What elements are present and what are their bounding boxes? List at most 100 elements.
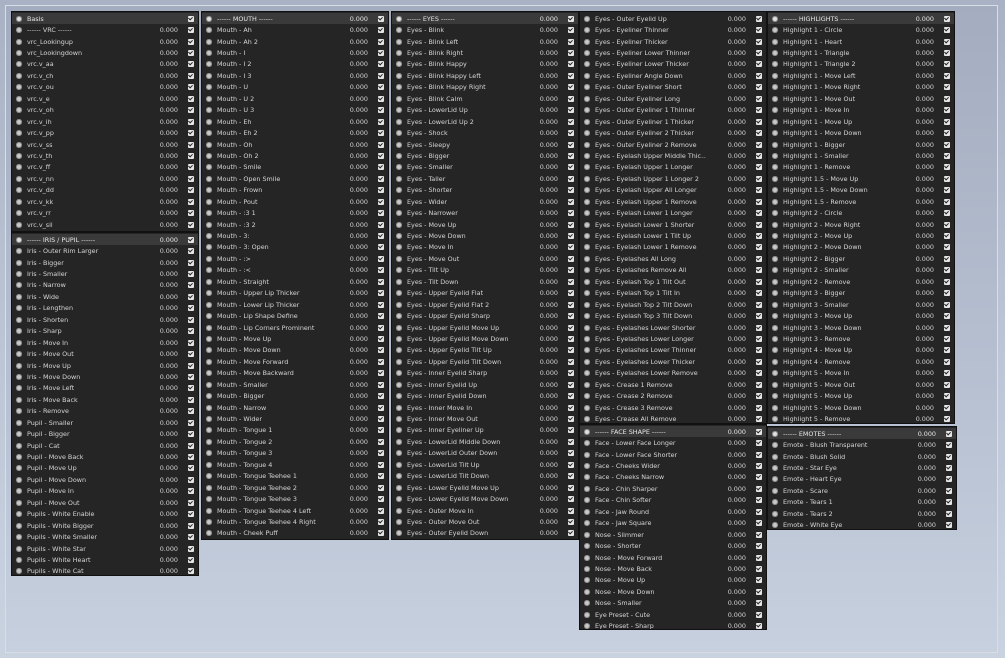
mute-checkbox[interactable] (756, 244, 762, 251)
mute-checkbox[interactable] (944, 27, 950, 34)
shape-key-label[interactable]: Eyes - LowerLid Outer Down (407, 449, 518, 457)
shape-key-row-eyes-outer-move-out[interactable]: Eyes - Outer Move Out 0.000 (392, 516, 578, 527)
shape-key-value-field[interactable]: 0.000 (894, 243, 934, 251)
mute-checkbox[interactable] (568, 507, 574, 514)
shape-key-label[interactable]: Mouth - :> (217, 255, 328, 263)
shape-key-row-mouth-pout[interactable]: Mouth - Pout 0.000 (202, 196, 388, 207)
shape-key-row-eyes-lowerlid-outer-down[interactable]: Eyes - LowerLid Outer Down 0.000 (392, 448, 578, 459)
mute-checkbox[interactable] (568, 278, 574, 285)
shape-key-value-field[interactable]: 0.000 (896, 453, 936, 461)
mute-checkbox[interactable] (568, 324, 574, 331)
mute-checkbox[interactable] (568, 381, 574, 388)
shape-key-label[interactable]: Eyes - Outer Move Out (407, 518, 518, 526)
shape-key-label[interactable]: Eyes - Eyeliner Thinner (595, 26, 706, 34)
shape-key-value-field[interactable]: 0.000 (328, 301, 368, 309)
shape-key-label[interactable]: Highlight 1.5 - Move Down (783, 186, 894, 194)
shape-key-row-vrc-v-ss[interactable]: vrc.v_ss 0.000 (12, 139, 198, 150)
shape-key-row-vrc-v-pp[interactable]: vrc.v_pp 0.000 (12, 127, 198, 138)
shape-key-value-field[interactable]: 0.000 (894, 15, 934, 23)
shape-key-row-mouth-frown[interactable]: Mouth - Frown 0.000 (202, 185, 388, 196)
mute-checkbox[interactable] (568, 404, 574, 411)
shape-key-label[interactable]: vrc.v_kk (27, 198, 138, 206)
shape-key-value-field[interactable]: 0.000 (894, 95, 934, 103)
mute-checkbox[interactable] (756, 565, 762, 572)
shape-key-row-mouth-oh[interactable]: Mouth - Oh 0.000 (202, 139, 388, 150)
shape-key-value-field[interactable]: 0.000 (706, 15, 746, 23)
shape-key-value-field[interactable]: 0.000 (138, 567, 178, 575)
shape-key-value-field[interactable]: 0.000 (706, 175, 746, 183)
shape-key-label[interactable]: Eyes - Upper Eyelid Flat 2 (407, 301, 518, 309)
shape-key-value-field[interactable]: 0.000 (518, 301, 558, 309)
mute-checkbox[interactable] (188, 221, 194, 228)
shape-key-label[interactable]: Mouth - 3: (217, 232, 328, 240)
shape-key-row-highlight-1-circle[interactable]: Highlight 1 - Circle 0.000 (768, 24, 954, 35)
shape-key-label[interactable]: Pupils - White Enable (27, 510, 138, 518)
shape-key-row-highlight-5-move-in[interactable]: Highlight 5 - Move In 0.000 (768, 368, 954, 379)
shape-key-value-field[interactable]: 0.000 (138, 49, 178, 57)
mute-checkbox[interactable] (378, 404, 384, 411)
shape-key-value-field[interactable]: 0.000 (706, 26, 746, 34)
mute-checkbox[interactable] (378, 427, 384, 434)
shape-key-row-mouth-cheek-puff[interactable]: Mouth - Cheek Puff 0.000 (202, 528, 388, 539)
mute-checkbox[interactable] (568, 267, 574, 274)
shape-key-value-field[interactable]: 0.000 (896, 430, 936, 438)
shape-key-value-field[interactable]: 0.000 (328, 198, 368, 206)
shape-key-row-eyes-upper-eyelid-flat[interactable]: Eyes - Upper Eyelid Flat 0.000 (392, 288, 578, 299)
shape-key-value-field[interactable]: 0.000 (328, 507, 368, 515)
shape-key-label[interactable]: Eyes - Crease 3 Remove (595, 404, 706, 412)
shape-key-label[interactable]: Face - Cheeks Narrow (595, 473, 706, 481)
shape-key-label[interactable]: Eyes - Eyelash Upper 1 Longer (595, 163, 706, 171)
shape-key-label[interactable]: Mouth - U 2 (217, 95, 328, 103)
shape-key-value-field[interactable]: 0.000 (138, 442, 178, 450)
shape-key-label[interactable]: Highlight 1 - Triangle (783, 49, 894, 57)
shape-key-row-eyes-eyelashes-lower-thicker[interactable]: Eyes - Eyelashes Lower Thicker 0.000 (580, 356, 766, 367)
shape-key-value-field[interactable]: 0.000 (894, 232, 934, 240)
shape-key-label[interactable]: Eyes - Eyelashes Lower Thinner (595, 346, 706, 354)
shape-key-value-field[interactable]: 0.000 (518, 232, 558, 240)
mute-checkbox[interactable] (568, 244, 574, 251)
mute-checkbox[interactable] (378, 244, 384, 251)
shape-key-value-field[interactable]: 0.000 (896, 464, 936, 472)
shape-key-label[interactable]: Highlight 1 - Bigger (783, 141, 894, 149)
shape-key-value-field[interactable]: 0.000 (328, 438, 368, 446)
mute-checkbox[interactable] (568, 118, 574, 125)
shape-key-label[interactable]: Eyes - Eyelashes Lower Thicker (595, 358, 706, 366)
shape-key-row-highlight-1-move-in[interactable]: Highlight 1 - Move In 0.000 (768, 105, 954, 116)
shape-key-value-field[interactable]: 0.000 (518, 346, 558, 354)
shape-key-value-field[interactable]: 0.000 (328, 38, 368, 46)
shape-key-row-eyes-eyelashes-lower-remove[interactable]: Eyes - Eyelashes Lower Remove 0.000 (580, 368, 766, 379)
shape-key-value-field[interactable]: 0.000 (894, 106, 934, 114)
shape-key-value-field[interactable]: 0.000 (706, 163, 746, 171)
mute-checkbox[interactable] (378, 187, 384, 194)
shape-key-row-iris-smaller[interactable]: Iris - Smaller 0.000 (12, 268, 198, 279)
shape-key-value-field[interactable]: 0.000 (518, 358, 558, 366)
mute-checkbox[interactable] (756, 600, 762, 607)
shape-key-label[interactable]: Mouth - Ah 2 (217, 38, 328, 46)
shape-key-value-field[interactable]: 0.000 (328, 518, 368, 526)
mute-checkbox[interactable] (944, 255, 950, 262)
shape-key-label[interactable]: vrc.v_th (27, 152, 138, 160)
shape-key-row-eyes-inner-eyelid-up[interactable]: Eyes - Inner Eyelid Up 0.000 (392, 379, 578, 390)
shape-key-label[interactable]: Nose - Shorter (595, 542, 706, 550)
shape-key-label[interactable]: vrc.v_ss (27, 141, 138, 149)
shape-key-value-field[interactable]: 0.000 (518, 392, 558, 400)
mute-checkbox[interactable] (188, 408, 194, 415)
mute-checkbox[interactable] (188, 511, 194, 518)
shape-key-label[interactable]: Basis (27, 15, 188, 23)
mute-checkbox[interactable] (378, 290, 384, 297)
shape-key-value-field[interactable]: 0.000 (138, 281, 178, 289)
shape-key-value-field[interactable]: 0.000 (138, 384, 178, 392)
shape-key-value-field[interactable]: 0.000 (706, 392, 746, 400)
shape-key-row-mouth-i-3[interactable]: Mouth - I 3 0.000 (202, 70, 388, 81)
shape-key-label[interactable]: Eyes - Eyelash Top 2 Tilt Down (595, 301, 706, 309)
shape-key-label[interactable]: Iris - Remove (27, 407, 138, 415)
shape-key-value-field[interactable]: 0.000 (706, 72, 746, 80)
shape-key-label[interactable]: Highlight 1 - Move Up (783, 118, 894, 126)
shape-key-row-eye-preset-cute[interactable]: Eye Preset - Cute 0.000 (580, 609, 766, 620)
shape-key-row-highlight-1-5-move-down[interactable]: Highlight 1.5 - Move Down 0.000 (768, 185, 954, 196)
shape-key-value-field[interactable]: 0.000 (138, 198, 178, 206)
mute-checkbox[interactable] (946, 430, 952, 437)
shape-key-row-eyes-upper-eyelid-tilt-up[interactable]: Eyes - Upper Eyelid Tilt Up 0.000 (392, 345, 578, 356)
mute-checkbox[interactable] (188, 259, 194, 266)
shape-key-row-face-chin-softer[interactable]: Face - Chin Softer 0.000 (580, 495, 766, 506)
